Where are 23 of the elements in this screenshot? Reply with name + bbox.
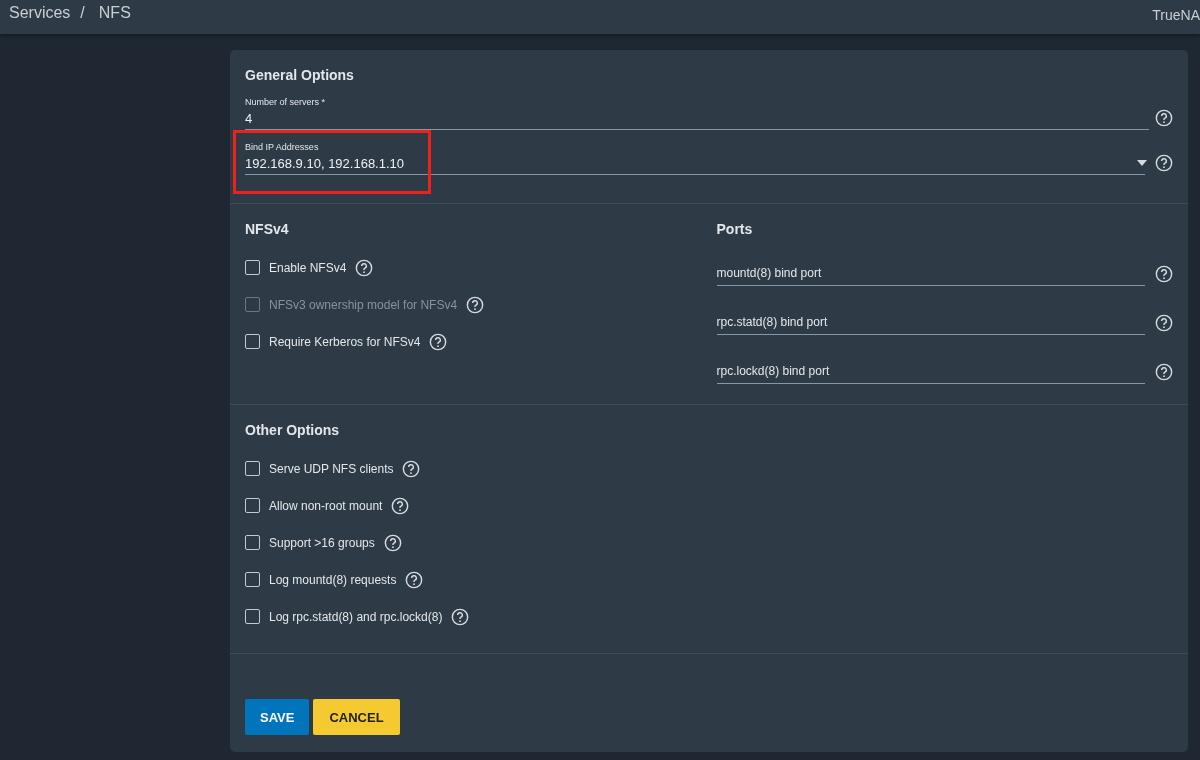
input-field[interactable]: Number of servers * 4 <box>245 95 1149 130</box>
breadcrumb-link[interactable]: NFS <box>98 4 131 22</box>
checkbox-label: Allow non-root mount <box>269 498 383 513</box>
section-title: Other Options <box>245 422 341 438</box>
cancel-button[interactable]: CANCEL <box>313 699 400 735</box>
save-button[interactable]: SAVE <box>245 699 310 735</box>
checkbox-label: Require Kerberos for NFSv4 <box>269 334 421 349</box>
input-field[interactable]: mountd(8) bind port <box>716 261 1145 286</box>
checkbox-label: Serve UDP NFS clients <box>269 461 394 476</box>
section-title: Ports <box>716 221 754 237</box>
checkbox-label: Log rpc.statd(8) and rpc.lockd(8) <box>269 609 443 624</box>
section-title: General Options <box>245 67 355 83</box>
checkbox-label: Log mountd(8) requests <box>269 572 397 587</box>
input-field[interactable]: rpc.statd(8) bind port <box>716 310 1145 335</box>
checkbox-label: NFSv3 ownership model for NFSv4 <box>269 297 458 312</box>
select-field[interactable]: Bind IP Addresses 192.168.9.10, 192.168.1.10 <box>245 140 1145 175</box>
breadcrumb-separator: / <box>80 4 85 22</box>
checkbox-label: Support >16 groups <box>269 535 375 550</box>
input-field[interactable]: rpc.lockd(8) bind port <box>716 359 1145 384</box>
section-title: NFSv4 <box>245 221 290 237</box>
brand-name: TrueNA <box>1152 7 1200 23</box>
breadcrumb-link[interactable]: Services <box>9 4 71 22</box>
checkbox-label: Enable NFSv4 <box>269 260 347 275</box>
